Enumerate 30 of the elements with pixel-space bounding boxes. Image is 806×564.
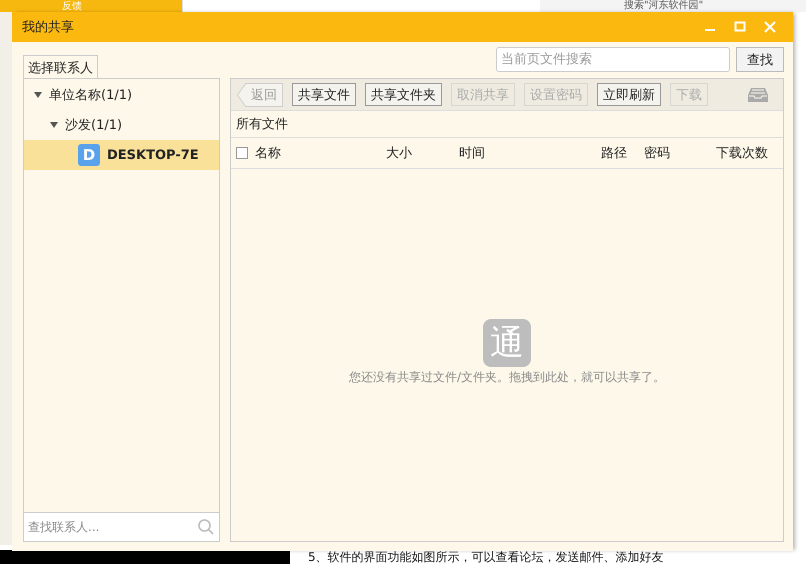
contact-name: DESKTOP-7E: [107, 148, 199, 162]
expand-arrow-icon[interactable]: [34, 92, 42, 98]
select-all-checkbox[interactable]: [236, 147, 248, 159]
article-text: 5、软件的界面功能如图所示，可以查看论坛，发送邮件、添加好友: [308, 551, 664, 564]
group-label[interactable]: 沙发(1/1): [65, 116, 122, 134]
column-header: 路径: [601, 145, 628, 162]
toolbar-button[interactable]: 立即刷新: [597, 83, 661, 106]
group-label[interactable]: 单位名称(1/1): [49, 86, 132, 104]
contact-search-input[interactable]: 查找联系人...: [24, 520, 197, 534]
column-header: 密码: [644, 145, 671, 162]
find-button[interactable]: 查找: [736, 47, 784, 72]
avatar-icon: D: [78, 144, 100, 166]
column-header: 时间: [459, 145, 486, 162]
app-logo: 通: [483, 319, 531, 367]
column-header: 下载次数: [716, 145, 769, 162]
window-title: 我的共享: [22, 19, 75, 36]
column-header: 名称: [255, 145, 282, 162]
search-icon[interactable]: [197, 518, 215, 536]
empty-message: 您还没有共享过文件/文件夹。拖拽到此处，就可以共享了。: [348, 369, 666, 386]
expand-arrow-icon[interactable]: [50, 122, 58, 128]
contact-row[interactable]: D DESKTOP-7E: [24, 140, 219, 170]
column-header: 大小: [386, 145, 413, 162]
toolbar-button[interactable]: 共享文件: [292, 83, 356, 106]
breadcrumb: 所有文件: [231, 111, 783, 138]
contact-search-field[interactable]: 查找联系人...: [24, 512, 219, 541]
toolbar-button[interactable]: 共享文件夹: [365, 83, 442, 106]
window-title: 反馈: [62, 0, 82, 12]
file-search-field[interactable]: 当前页文件搜索: [496, 47, 730, 72]
tray-icon[interactable]: [747, 86, 769, 104]
contacts-tab[interactable]: 选择联系人: [23, 55, 98, 79]
